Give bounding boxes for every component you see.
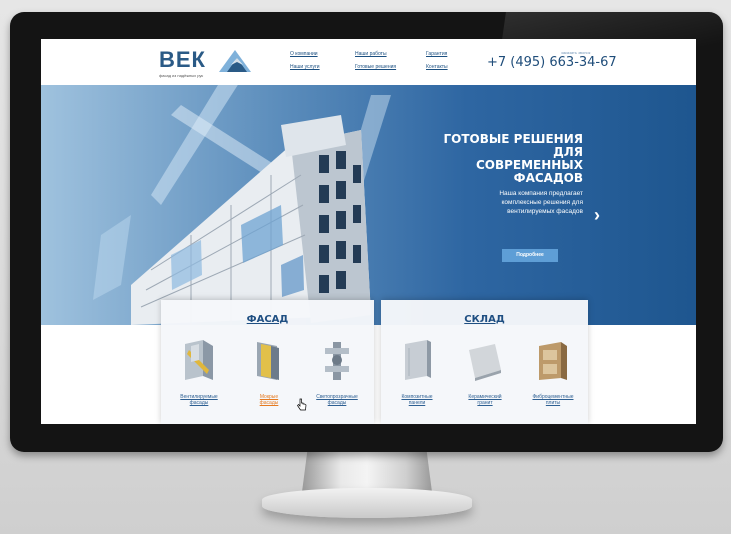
nav-services[interactable]: Наши услуги: [290, 64, 320, 70]
ceramic-granite-icon: [469, 344, 501, 381]
category-label-active: Мокрые фасады: [239, 394, 299, 406]
ventilated-facade-icon: [185, 340, 213, 380]
nav-contacts[interactable]: Контакты: [426, 64, 448, 70]
hero-more-button[interactable]: Подробнее: [502, 249, 558, 262]
hand-cursor-icon: [297, 398, 307, 411]
category-item-ventilated[interactable]: Вентилируемые фасады: [169, 340, 229, 406]
hero-title: ГОТОВЫЕ РЕШЕНИЯ ДЛЯ СОВРЕМЕННЫХ ФАСАДОВ: [413, 133, 583, 185]
hero-title-line: ФАСАДОВ: [513, 171, 583, 185]
translucent-facade-icon: [325, 342, 349, 380]
category-label-line: панели: [408, 400, 426, 406]
category-label: Светопрозрачные фасады: [307, 394, 367, 406]
hero-description: Наша компания предлагает комплексные реш…: [439, 189, 583, 216]
category-item-wet[interactable]: Мокрые фасады: [239, 340, 299, 406]
site-logo[interactable]: ВЕК фасад из надёжных рук: [159, 47, 251, 78]
category-panel-facade: ФАСАД Вентилируемые фасады Мокрые фасады…: [161, 300, 374, 424]
panel-title-facade[interactable]: ФАСАД: [161, 314, 374, 325]
website-screen: ВЕК фасад из надёжных рук О компании Наш…: [41, 39, 696, 424]
category-item-translucent[interactable]: Светопрозрачные фасады: [307, 340, 367, 406]
category-label: Вентилируемые фасады: [169, 394, 229, 406]
site-header: ВЕК фасад из надёжных рук О компании Наш…: [41, 39, 696, 85]
category-item-composite[interactable]: Композитные панели: [387, 340, 447, 406]
logo-tagline: фасад из надёжных рук: [159, 73, 204, 78]
slider-next-arrow-icon[interactable]: ›: [594, 205, 600, 226]
category-panel-warehouse: СКЛАД Композитные панели Керамический гр…: [381, 300, 588, 424]
hero-desc-line: вентилируемых фасадов: [507, 208, 583, 215]
wet-facade-icon: [257, 342, 279, 380]
logo-mountain-icon: [219, 50, 251, 72]
panel-title-warehouse[interactable]: СКЛАД: [381, 314, 588, 325]
nav-solutions[interactable]: Готовые решения: [355, 64, 396, 70]
monitor-stand-neck: [302, 452, 432, 492]
logo-text: ВЕК: [159, 47, 206, 72]
monitor-bezel: ВЕК фасад из надёжных рук О компании Наш…: [10, 12, 723, 452]
category-label: Керамический гранит: [455, 394, 515, 406]
category-item-ceramic[interactable]: Керамический гранит: [455, 340, 515, 406]
category-label-line: гранит: [477, 400, 493, 406]
category-label: Фиброцементные плиты: [523, 394, 583, 406]
category-label-line: плиты: [545, 400, 561, 406]
phone-number: +7 (495) 663-34-67: [487, 55, 617, 70]
hero-desc-line: Наша компания предлагает: [499, 190, 583, 197]
nav-about[interactable]: О компании: [290, 51, 318, 57]
category-label-line: фасады: [327, 400, 347, 406]
category-label: Композитные панели: [387, 394, 447, 406]
hero-title-line: ГОТОВЫЕ РЕШЕНИЯ ДЛЯ: [443, 132, 583, 159]
category-item-fibrocement[interactable]: Фиброцементные плиты: [523, 340, 583, 406]
hero-banner: ГОТОВЫЕ РЕШЕНИЯ ДЛЯ СОВРЕМЕННЫХ ФАСАДОВ …: [41, 85, 696, 325]
hero-desc-line: комплексные решения для: [501, 199, 584, 206]
fibrocement-plate-icon: [539, 342, 567, 380]
category-label-line: фасады: [259, 400, 279, 406]
category-label-line: фасады: [189, 400, 209, 406]
nav-works[interactable]: Наши работы: [355, 51, 387, 57]
monitor-stand-base: [262, 488, 472, 518]
composite-panel-icon: [405, 340, 431, 380]
nav-guarantee[interactable]: Гарантия: [426, 51, 447, 57]
